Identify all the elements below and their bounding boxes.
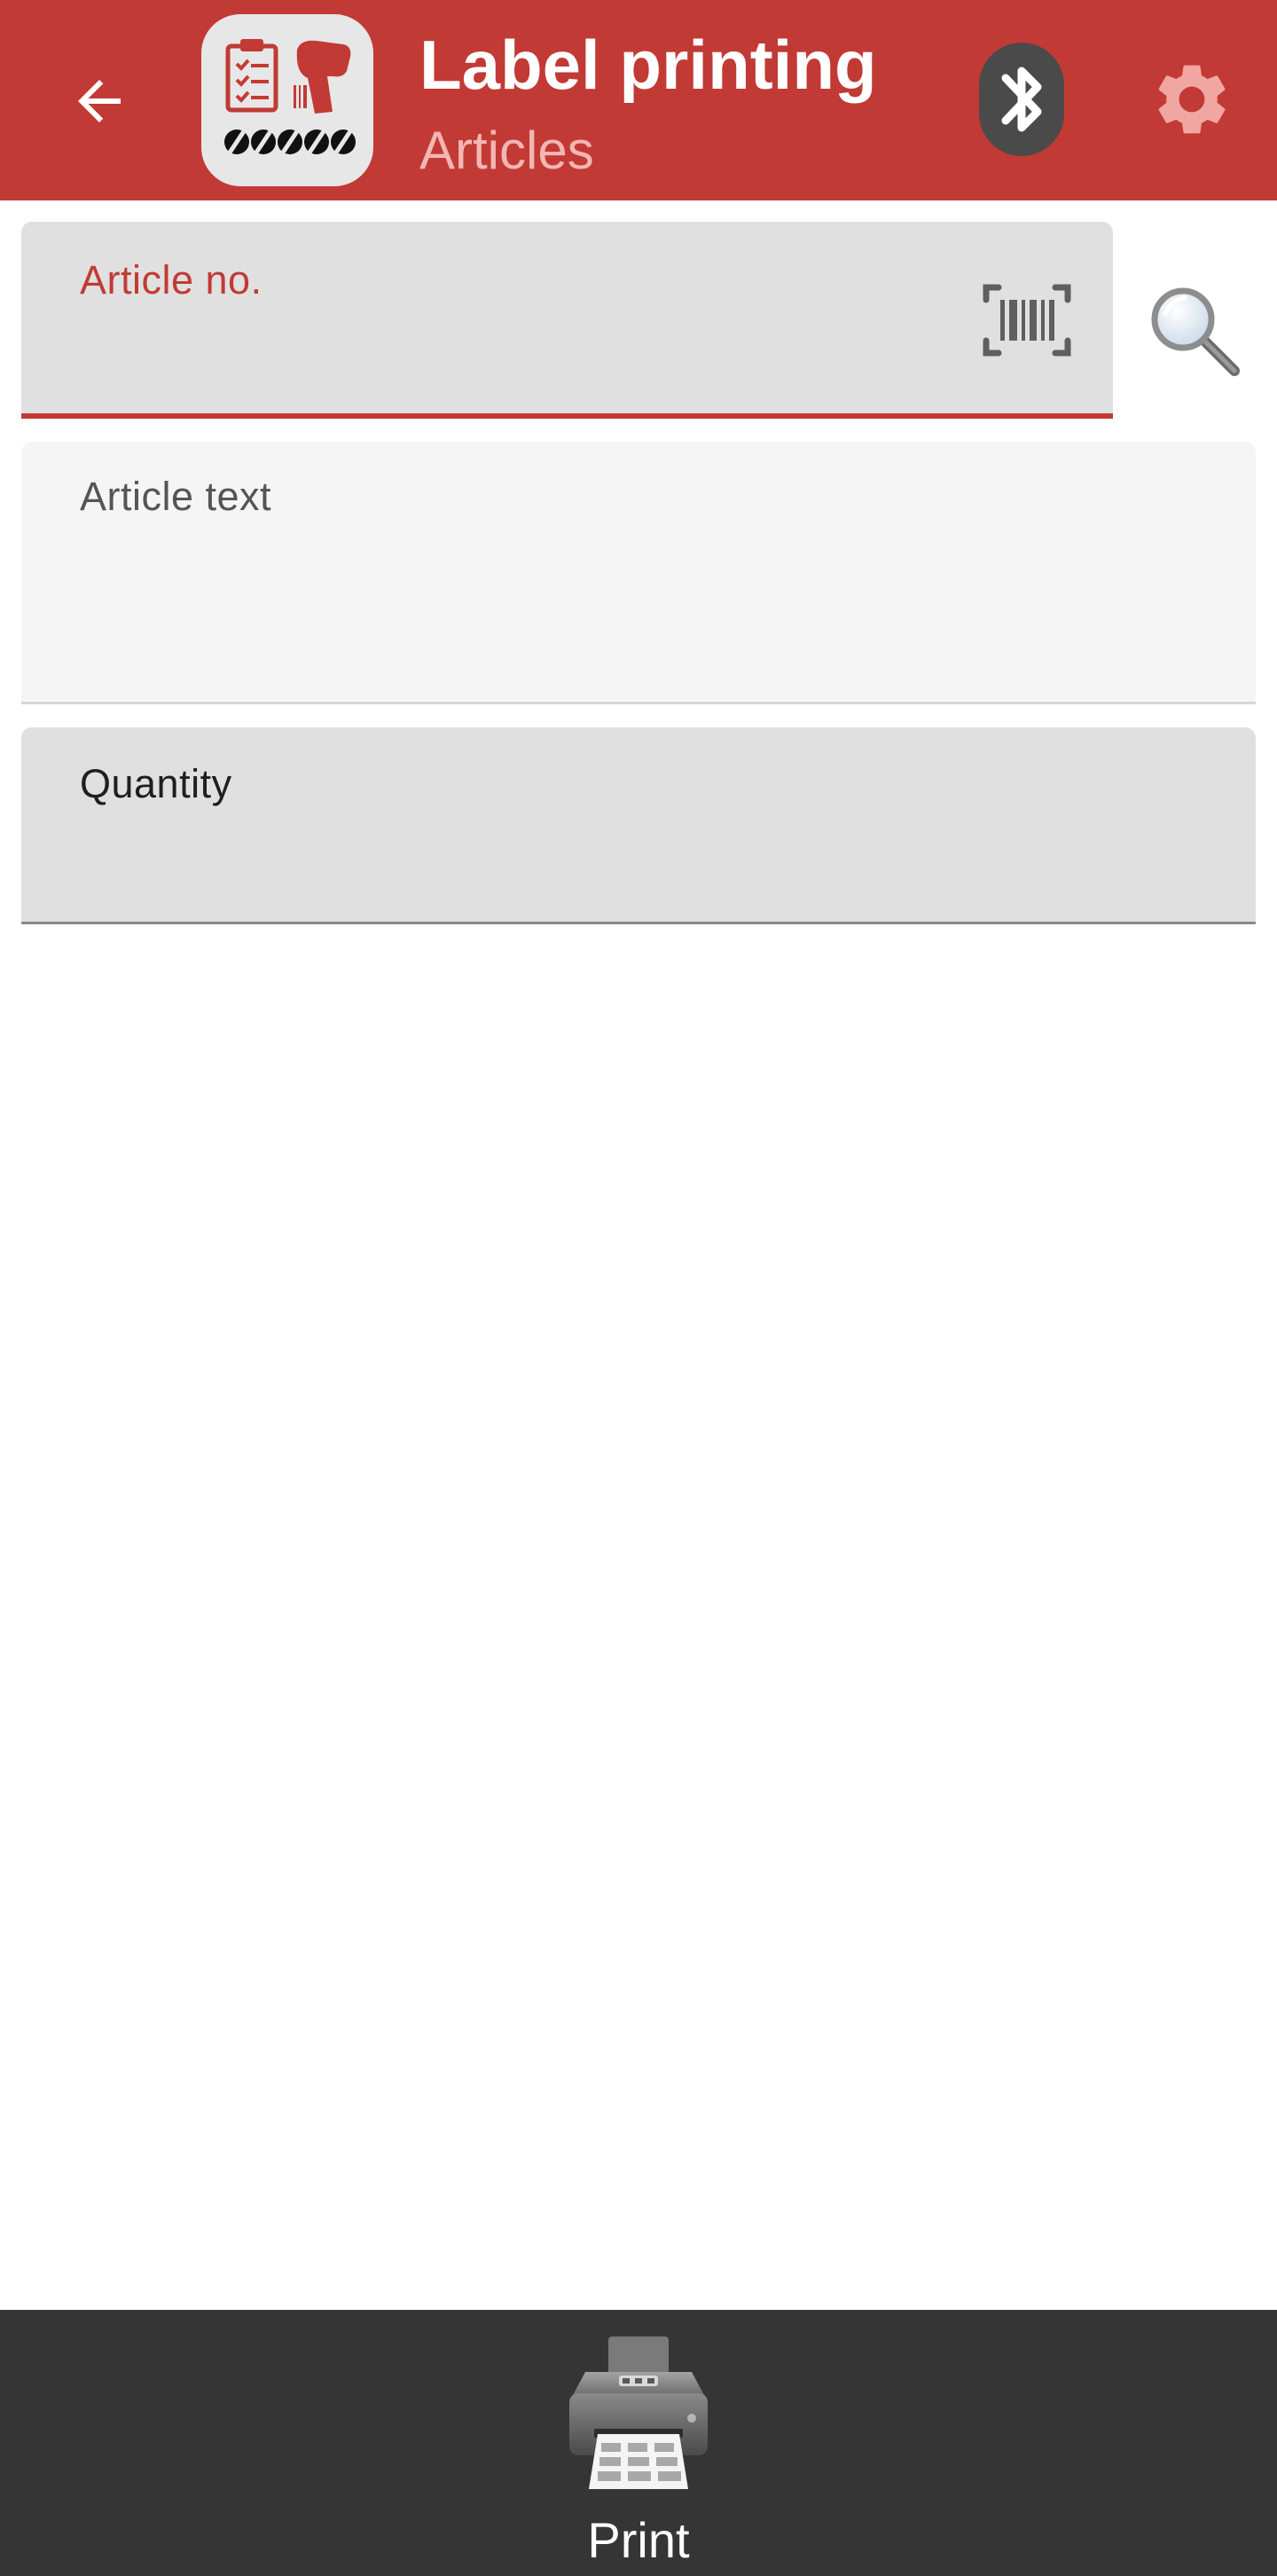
bluetooth-icon (979, 43, 1064, 156)
article-no-input[interactable] (80, 339, 994, 392)
app-logo-icon (217, 39, 357, 160)
bluetooth-button[interactable] (975, 39, 1068, 160)
page-subtitle: Articles (419, 121, 594, 180)
printer-icon (569, 2336, 708, 2489)
quantity-field[interactable]: Quantity (21, 727, 1256, 924)
gear-icon (1158, 65, 1226, 134)
article-text-label: Article text (80, 474, 272, 519)
quantity-input[interactable] (80, 847, 1137, 900)
article-text-field[interactable]: Article text (21, 442, 1256, 704)
page-title: Label printing (419, 26, 877, 104)
back-button[interactable] (53, 55, 145, 147)
barcode-scan-icon (983, 284, 1071, 357)
article-text-input[interactable] (80, 627, 1137, 680)
settings-button[interactable] (1149, 57, 1234, 142)
magnifier-icon (1151, 287, 1240, 376)
print-button[interactable]: Print (532, 2310, 745, 2576)
article-no-label: Article no. (80, 257, 262, 302)
article-no-field[interactable]: Article no. (21, 222, 1113, 419)
print-button-label: Print (587, 2512, 690, 2568)
app-screen: Label printing Articles Article no. Arti… (0, 0, 1277, 2576)
app-header: Label printing Articles (0, 0, 1277, 200)
bottom-action-bar: Print (0, 2310, 1277, 2576)
search-button[interactable] (1146, 282, 1245, 381)
arrow-back-icon (78, 80, 121, 122)
app-logo (201, 14, 373, 186)
barcode-scan-button[interactable] (983, 282, 1071, 358)
quantity-label: Quantity (80, 761, 232, 806)
